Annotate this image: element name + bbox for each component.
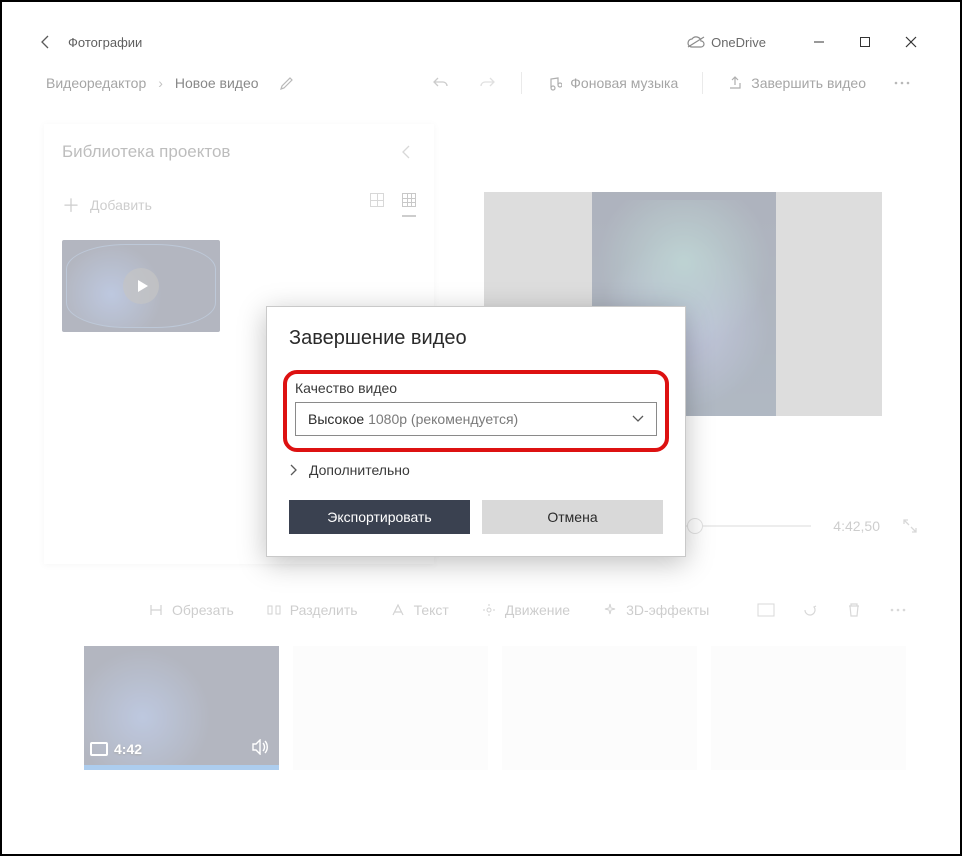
sparkle-icon <box>602 602 618 618</box>
rotate-icon <box>802 602 818 618</box>
onedrive-button[interactable]: OneDrive <box>687 35 766 50</box>
aspect-button[interactable] <box>746 603 786 617</box>
duration-label: 4:42,50 <box>833 518 880 534</box>
quality-value-high: Высокое <box>308 411 364 427</box>
redo-icon <box>478 74 496 92</box>
seek-knob[interactable] <box>687 518 703 534</box>
rename-button[interactable] <box>279 75 295 91</box>
grid-large-icon <box>370 193 384 207</box>
cancel-button[interactable]: Отмена <box>482 500 663 534</box>
music-icon <box>546 75 562 91</box>
undo-button[interactable] <box>421 74 461 92</box>
3d-effects-button[interactable]: 3D-эффекты <box>588 602 723 618</box>
rotate-button[interactable] <box>790 602 830 618</box>
clip-audio-button[interactable] <box>251 739 269 755</box>
fullscreen-button[interactable] <box>902 518 918 534</box>
split-button[interactable]: Разделить <box>252 602 372 618</box>
add-label: Добавить <box>90 197 152 213</box>
breadcrumb-root[interactable]: Видеоредактор <box>40 71 152 95</box>
breadcrumb-current[interactable]: Новое видео <box>169 71 265 95</box>
storyboard-slot[interactable] <box>502 646 697 770</box>
library-title: Библиотека проектов <box>62 142 230 162</box>
trim-button[interactable]: Обрезать <box>134 602 248 618</box>
quality-value-detail: 1080p (рекомендуется) <box>368 411 518 427</box>
redo-button[interactable] <box>467 74 507 92</box>
chevron-left-icon <box>400 143 412 161</box>
collapse-button[interactable] <box>400 143 416 161</box>
annotation-highlight: Качество видео Высокое 1080p (рекомендуе… <box>283 370 669 452</box>
maximize-button[interactable] <box>842 26 888 58</box>
storyboard-slot[interactable] <box>293 646 488 770</box>
more-label: Дополнительно <box>309 462 410 478</box>
onedrive-label: OneDrive <box>711 35 766 50</box>
minimize-button[interactable] <box>796 26 842 58</box>
dialog-title: Завершение видео <box>289 327 663 350</box>
export-icon <box>727 75 743 91</box>
split-icon <box>266 602 282 618</box>
plus-icon: ＋ <box>62 192 80 218</box>
clip-duration: 4:42 <box>114 741 142 757</box>
expand-icon <box>902 518 918 534</box>
quality-label: Качество видео <box>295 380 657 396</box>
library-clip-thumbnail[interactable] <box>62 240 220 332</box>
cloud-icon <box>687 36 705 48</box>
command-bar: Видеоредактор › Новое видео Фоновая музы… <box>24 60 938 106</box>
more-button[interactable] <box>882 81 922 85</box>
speaker-icon <box>251 739 269 755</box>
separator <box>521 72 522 94</box>
motion-label: Движение <box>505 602 570 618</box>
finish-label: Завершить видео <box>751 75 866 91</box>
export-label: Экспортировать <box>327 509 431 525</box>
text-button[interactable]: Текст <box>376 602 463 618</box>
close-button[interactable] <box>888 26 934 58</box>
clip-more-button[interactable] <box>878 608 918 612</box>
ellipsis-icon <box>893 81 911 85</box>
split-label: Разделить <box>290 602 358 618</box>
trash-icon <box>847 602 861 618</box>
pencil-icon <box>279 75 295 91</box>
chevron-right-icon: › <box>158 75 163 91</box>
background-music-button[interactable]: Фоновая музыка <box>536 75 688 91</box>
storyboard: 4:42 <box>84 646 918 776</box>
app-title: Фотографии <box>68 35 142 50</box>
finish-video-button[interactable]: Завершить видео <box>717 75 876 91</box>
ellipsis-icon <box>889 608 907 612</box>
grid-small-icon <box>402 193 416 207</box>
motion-button[interactable]: Движение <box>467 602 584 618</box>
aspect-icon <box>757 603 775 617</box>
3d-label: 3D-эффекты <box>626 602 709 618</box>
separator <box>702 72 703 94</box>
chevron-down-icon <box>632 415 644 423</box>
add-button[interactable]: ＋ Добавить <box>62 192 152 218</box>
chevron-right-icon <box>289 464 299 476</box>
delete-button[interactable] <box>834 602 874 618</box>
storyboard-clip[interactable]: 4:42 <box>84 646 279 770</box>
trim-label: Обрезать <box>172 602 234 618</box>
finish-video-dialog: Завершение видео Качество видео Высокое … <box>266 306 686 557</box>
clip-toolbar: Обрезать Разделить Текст Движение 3D-эфф… <box>134 588 918 632</box>
storyboard-slot[interactable] <box>711 646 906 770</box>
quality-select[interactable]: Высокое 1080p (рекомендуется) <box>295 402 657 436</box>
more-options-expander[interactable]: Дополнительно <box>289 462 663 478</box>
text-label: Текст <box>414 602 449 618</box>
play-icon <box>123 268 159 304</box>
undo-icon <box>432 74 450 92</box>
motion-icon <box>481 602 497 618</box>
trim-icon <box>148 602 164 618</box>
view-large-button[interactable] <box>370 193 384 217</box>
clip-duration-icon <box>90 742 108 756</box>
export-button[interactable]: Экспортировать <box>289 500 470 534</box>
cancel-label: Отмена <box>547 509 597 525</box>
view-small-button[interactable] <box>402 193 416 217</box>
bg-music-label: Фоновая музыка <box>570 75 678 91</box>
text-icon <box>390 602 406 618</box>
titlebar: Фотографии OneDrive <box>24 24 938 60</box>
back-button[interactable] <box>38 34 54 50</box>
